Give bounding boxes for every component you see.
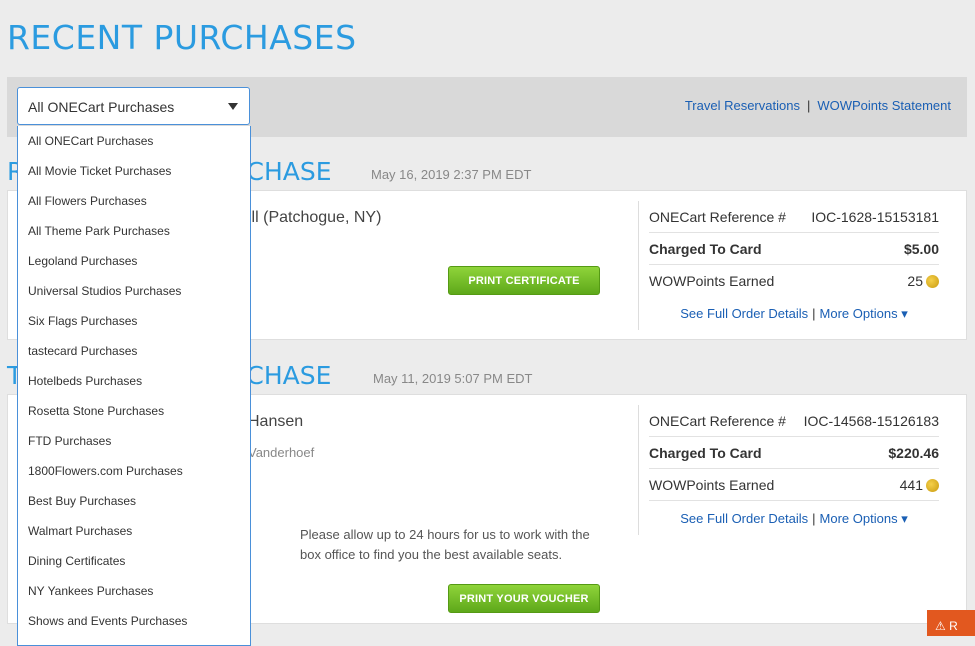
- reference-label: ONECart Reference #: [649, 413, 786, 429]
- charged-row: Charged To Card $220.46: [649, 437, 939, 469]
- reference-row: ONECart Reference # IOC-14568-15126183: [649, 405, 939, 437]
- top-links: Travel Reservations | WOWPoints Statement: [685, 98, 951, 113]
- points-row: WOWPoints Earned 441: [649, 469, 939, 501]
- charged-label: Charged To Card: [649, 445, 762, 461]
- charged-value: $5.00: [903, 241, 939, 257]
- order-links: See Full Order Details | More Options ▾: [649, 501, 939, 535]
- see-full-order-details-link[interactable]: See Full Order Details: [680, 511, 808, 526]
- dropdown-option[interactable]: Universal Studios Purchases: [18, 276, 250, 306]
- points-label: WOWPoints Earned: [649, 477, 775, 493]
- order-links: See Full Order Details | More Options ▾: [649, 296, 939, 330]
- reference-value: IOC-14568-15126183: [803, 413, 939, 429]
- reference-row: ONECart Reference # IOC-1628-15153181: [649, 201, 939, 233]
- purchase-2-summary: ONECart Reference # IOC-14568-15126183 C…: [638, 405, 939, 535]
- more-options-link[interactable]: More Options ▾: [820, 306, 908, 321]
- purchase-filter-select[interactable]: All ONECart Purchases: [17, 87, 250, 125]
- dropdown-option[interactable]: All Flowers Purchases: [18, 186, 250, 216]
- more-options-link[interactable]: More Options ▾: [820, 511, 908, 526]
- wowpoints-coin-icon: [926, 275, 939, 288]
- dropdown-option[interactable]: All ONECart Purchases: [18, 126, 250, 156]
- dropdown-option[interactable]: 1800Flowers.com Purchases: [18, 456, 250, 486]
- links-separator: |: [812, 511, 816, 526]
- dropdown-option[interactable]: All Theme Park Purchases: [18, 216, 250, 246]
- purchase-2-venue: Hansen: [248, 413, 304, 430]
- dropdown-option[interactable]: Hotelbeds Purchases: [18, 366, 250, 396]
- print-certificate-button[interactable]: PRINT CERTIFICATE: [448, 266, 600, 295]
- charged-row: Charged To Card $5.00: [649, 233, 939, 265]
- dropdown-option[interactable]: Dining Certificates: [18, 546, 250, 576]
- dropdown-option[interactable]: FTD Purchases: [18, 426, 250, 456]
- purchase-2-subline: Vanderhoef: [248, 445, 315, 460]
- alert-tab[interactable]: ⚠ R: [927, 610, 975, 636]
- dropdown-option[interactable]: tastecard Purchases: [18, 336, 250, 366]
- purchase-1-summary: ONECart Reference # IOC-1628-15153181 Ch…: [638, 201, 939, 330]
- purchase-2-date: May 11, 2019 5:07 PM EDT: [373, 371, 533, 386]
- travel-reservations-link[interactable]: Travel Reservations: [685, 98, 800, 113]
- wowpoints-statement-link[interactable]: WOWPoints Statement: [817, 98, 951, 113]
- seating-notice: Please allow up to 24 hours for us to wo…: [300, 527, 590, 562]
- purchase-filter-dropdown: All ONECart Purchases All Movie Ticket Pu…: [17, 126, 251, 646]
- dropdown-arrow-icon: [228, 103, 238, 110]
- points-value: 441: [899, 477, 923, 493]
- dropdown-option[interactable]: Rosetta Stone Purchases: [18, 396, 250, 426]
- dropdown-option[interactable]: Walmart Purchases: [18, 516, 250, 546]
- dropdown-option[interactable]: NY Yankees Purchases: [18, 576, 250, 606]
- charged-value: $220.46: [888, 445, 939, 461]
- dropdown-option[interactable]: Legoland Purchases: [18, 246, 250, 276]
- points-row: WOWPoints Earned 25: [649, 265, 939, 296]
- points-label: WOWPoints Earned: [649, 273, 775, 289]
- points-value: 25: [907, 273, 923, 289]
- charged-label: Charged To Card: [649, 241, 762, 257]
- wowpoints-coin-icon: [926, 479, 939, 492]
- dropdown-option[interactable]: Six Flags Purchases: [18, 306, 250, 336]
- top-links-separator: |: [806, 98, 811, 113]
- page-title: RECENT PURCHASES: [7, 18, 357, 57]
- print-voucher-button[interactable]: PRINT YOUR VOUCHER: [448, 584, 600, 613]
- see-full-order-details-link[interactable]: See Full Order Details: [680, 306, 808, 321]
- dropdown-option[interactable]: Shows and Events Purchases: [18, 606, 250, 636]
- links-separator: |: [812, 306, 816, 321]
- purchase-1-date: May 16, 2019 2:37 PM EDT: [371, 167, 532, 182]
- reference-label: ONECart Reference #: [649, 209, 786, 225]
- purchase-1-venue: ill (Patchogue, NY): [248, 209, 382, 226]
- dropdown-option[interactable]: Best Buy Purchases: [18, 486, 250, 516]
- reference-value: IOC-1628-15153181: [811, 209, 939, 225]
- purchase-filter-selected: All ONECart Purchases: [28, 99, 175, 115]
- dropdown-option[interactable]: All Movie Ticket Purchases: [18, 156, 250, 186]
